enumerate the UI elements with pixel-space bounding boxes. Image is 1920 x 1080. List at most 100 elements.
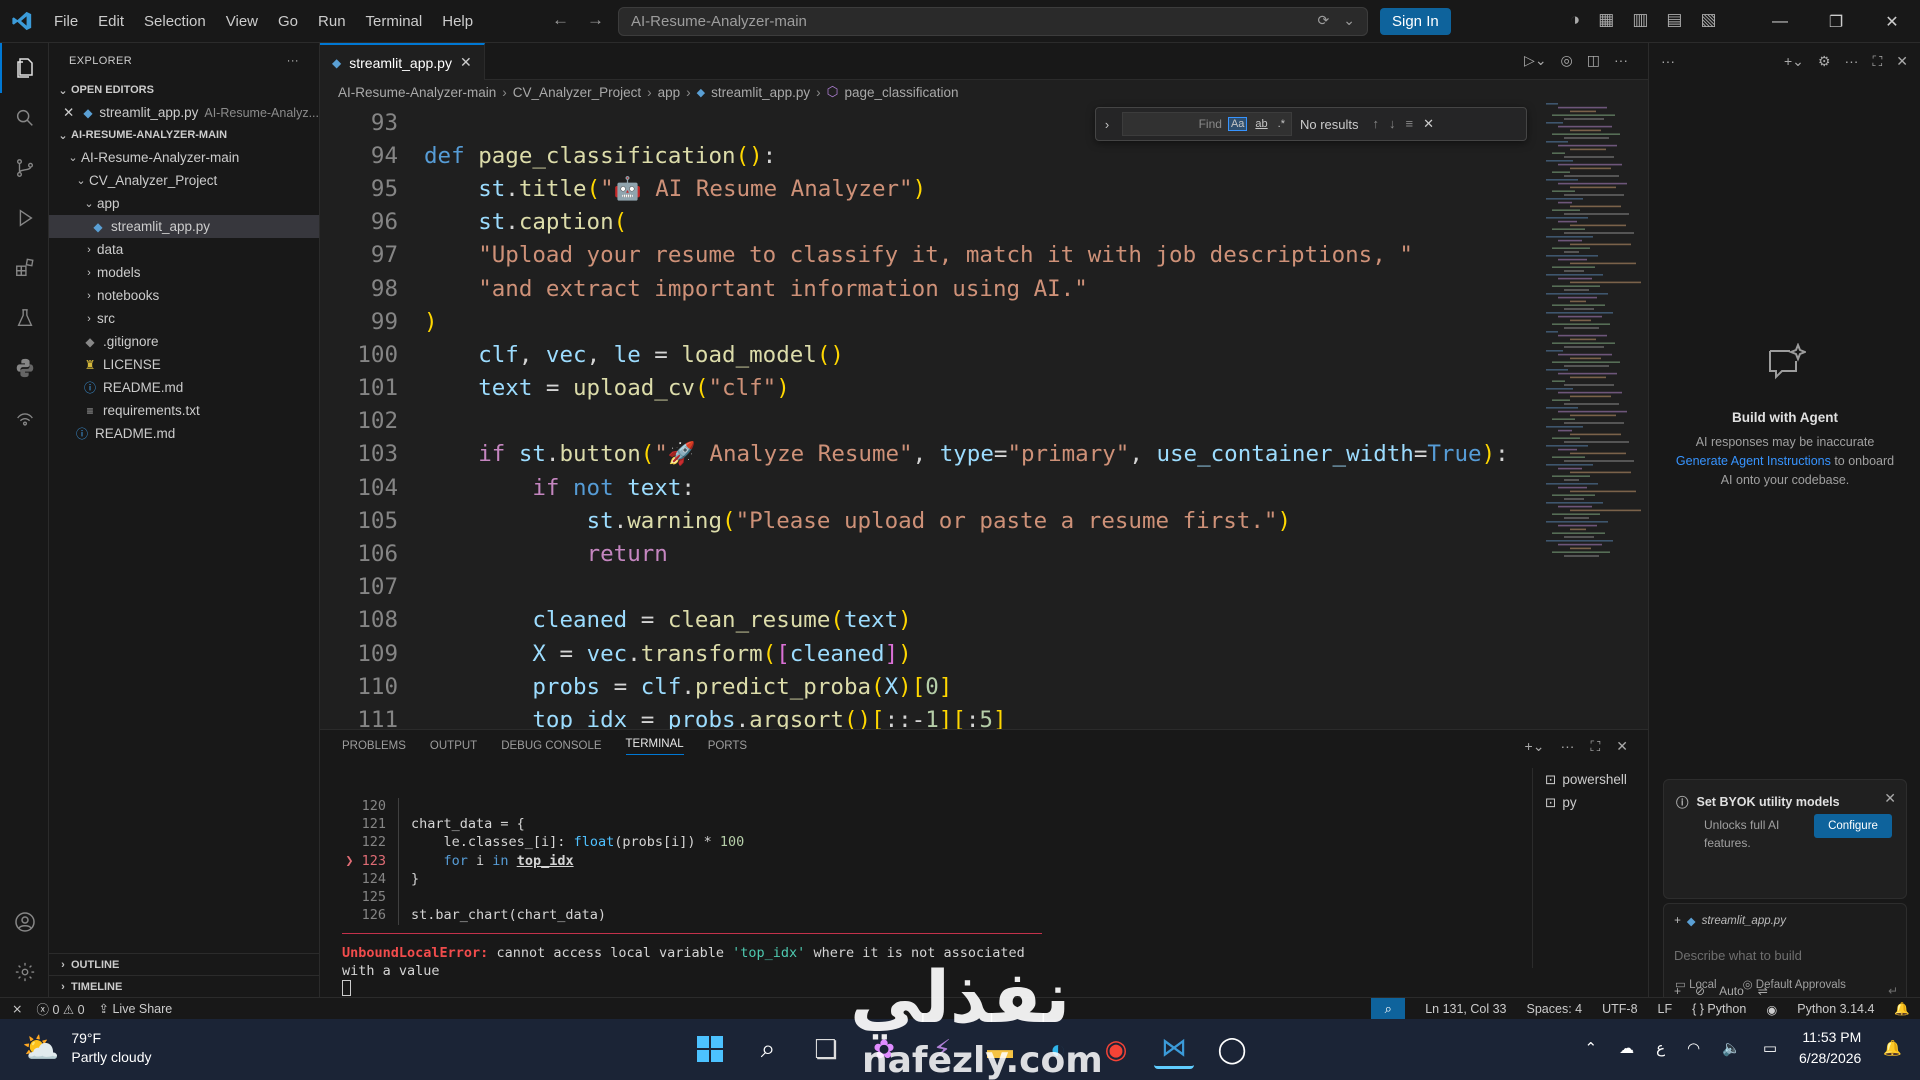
new-chat-icon[interactable]: +⌄: [1784, 53, 1804, 70]
volume-icon[interactable]: 🔈: [1722, 1039, 1741, 1057]
generate-instructions-link[interactable]: Generate Agent Instructions: [1676, 454, 1831, 468]
vscode-taskbar-icon[interactable]: ⋈: [1154, 1029, 1194, 1069]
zoom-search-icon[interactable]: ⌕: [1371, 998, 1406, 1020]
breadcrumb-item[interactable]: app: [658, 85, 681, 100]
wifi-icon[interactable]: ◠: [1687, 1039, 1700, 1057]
battery-icon[interactable]: ▭: [1763, 1039, 1777, 1057]
tree-folder[interactable]: › notebooks: [49, 284, 319, 307]
new-terminal-icon[interactable]: +⌄: [1525, 738, 1545, 755]
copilot-status-icon[interactable]: ◉: [1766, 1002, 1777, 1017]
close-icon[interactable]: ✕: [1896, 53, 1908, 70]
menu-view[interactable]: View: [216, 0, 268, 43]
copilot-icon[interactable]: ⟳: [1318, 12, 1330, 29]
menu-run[interactable]: Run: [308, 0, 356, 43]
python-icon[interactable]: [0, 343, 49, 393]
tree-file[interactable]: ⓘ README.md: [49, 376, 319, 399]
panel-tab-terminal[interactable]: TERMINAL: [625, 738, 684, 755]
configure-button[interactable]: Configure: [1814, 814, 1892, 838]
context-chip[interactable]: + ◆ streamlit_app.py: [1674, 914, 1786, 928]
menu-terminal[interactable]: Terminal: [356, 0, 433, 43]
more-actions-icon[interactable]: ···: [1560, 738, 1574, 755]
breadcrumb-item[interactable]: streamlit_app.py: [711, 85, 810, 100]
input-language[interactable]: ع: [1656, 1039, 1665, 1057]
problems-indicator[interactable]: ⓧ 0 ⚠ 0: [36, 999, 84, 1018]
minimap[interactable]: [1542, 103, 1652, 563]
whole-word-toggle[interactable]: ab: [1253, 118, 1269, 130]
remote-explorer-icon[interactable]: [0, 393, 49, 443]
more-actions-icon[interactable]: ···: [1844, 53, 1858, 70]
chat-input-box[interactable]: + ◆ streamlit_app.py Describe what to bu…: [1663, 903, 1907, 1007]
outline-section[interactable]: › OUTLINE: [49, 953, 320, 975]
chevron-right-icon[interactable]: ›: [1096, 117, 1118, 132]
tree-file[interactable]: ♜ LICENSE: [49, 353, 319, 376]
back-arrow-icon[interactable]: ←: [552, 10, 569, 30]
command-center[interactable]: AI-Resume-Analyzer-main ⟳ ⌄: [618, 7, 1368, 36]
run-debug-icon[interactable]: [0, 193, 49, 243]
send-icon[interactable]: ↵: [1888, 984, 1898, 998]
close-icon[interactable]: ✕: [1884, 790, 1896, 807]
weather-widget[interactable]: ⛅ 79°F Partly cloudy: [22, 1029, 152, 1067]
chat-input-placeholder[interactable]: Describe what to build: [1674, 948, 1802, 963]
terminal-instance[interactable]: ⊡ py: [1545, 791, 1648, 814]
python-interpreter[interactable]: Python 3.14.4: [1797, 1002, 1874, 1016]
source-control-icon[interactable]: [0, 143, 49, 193]
search-icon[interactable]: ⌕: [748, 1029, 788, 1069]
close-find-icon[interactable]: ✕: [1423, 116, 1434, 132]
language-mode[interactable]: { } Python: [1692, 1002, 1746, 1016]
clock[interactable]: 11:53 PM 6/28/2026: [1799, 1027, 1861, 1069]
account-icon[interactable]: [0, 897, 49, 947]
find-in-selection-icon[interactable]: ≡: [1406, 116, 1414, 132]
close-icon[interactable]: ✕: [63, 105, 81, 121]
local-toggle[interactable]: ▭ Local: [1675, 977, 1717, 991]
run-file-icon[interactable]: ▷⌄: [1524, 52, 1547, 69]
search-icon[interactable]: [0, 93, 49, 143]
panel-tab-debug-console[interactable]: DEBUG CONSOLE: [501, 740, 601, 752]
chevron-down-icon[interactable]: ⌄: [1343, 12, 1355, 29]
close-window-icon[interactable]: ✕: [1864, 0, 1920, 43]
layout-customize-icon[interactable]: ▦: [1598, 10, 1614, 30]
terminal-output[interactable]: 120 121 chart_data = {122 le.classes_[i]: …: [342, 798, 744, 926]
menu-file[interactable]: File: [44, 0, 88, 43]
tree-folder[interactable]: › data: [49, 238, 319, 261]
breadcrumb-item[interactable]: CV_Analyzer_Project: [513, 85, 641, 100]
next-match-icon[interactable]: ↓: [1389, 116, 1396, 132]
close-tab-icon[interactable]: ✕: [460, 54, 472, 71]
toggle-secondary-sidebar-icon[interactable]: ▧: [1700, 10, 1716, 30]
menu-edit[interactable]: Edit: [88, 0, 134, 43]
notification-center-icon[interactable]: 🔔: [1883, 1039, 1902, 1057]
windows-start-icon[interactable]: [690, 1029, 730, 1069]
maximize-panel-icon[interactable]: ⛶: [1590, 738, 1600, 755]
notifications-bell-icon[interactable]: 🔔: [1894, 1002, 1910, 1017]
menu-go[interactable]: Go: [268, 0, 308, 43]
menu-help[interactable]: Help: [432, 0, 483, 43]
more-actions-icon[interactable]: ···: [1614, 52, 1628, 69]
tree-file[interactable]: ≡ requirements.txt: [49, 399, 319, 422]
panel-tab-problems[interactable]: PROBLEMS: [342, 740, 406, 752]
maximize-icon[interactable]: ⛶: [1872, 53, 1882, 70]
tree-folder[interactable]: ⌄ AI-Resume-Analyzer-main: [49, 146, 319, 169]
close-panel-icon[interactable]: ✕: [1616, 738, 1628, 755]
menu-selection[interactable]: Selection: [134, 0, 216, 43]
tree-folder[interactable]: ⌄ app: [49, 192, 319, 215]
add-context-icon[interactable]: +: [1674, 915, 1681, 927]
breadcrumb-item[interactable]: AI-Resume-Analyzer-main: [338, 85, 496, 100]
tree-file[interactable]: ⓘ README.md: [49, 422, 319, 445]
project-section[interactable]: ⌄ AI-RESUME-ANALYZER-MAIN: [49, 124, 319, 146]
tree-file[interactable]: ◆ .gitignore: [49, 330, 319, 353]
onedrive-icon[interactable]: ☁: [1619, 1039, 1634, 1057]
explorer-icon[interactable]: [0, 43, 49, 93]
chevron-up-icon[interactable]: ⌃: [1585, 1039, 1598, 1057]
tab-streamlit-app[interactable]: ◆ streamlit_app.py ✕: [320, 43, 485, 80]
indentation[interactable]: Spaces: 4: [1527, 1002, 1583, 1016]
open-editor-item[interactable]: ✕ ◆ streamlit_app.py AI-Resume-Analyz...: [49, 101, 319, 124]
minimize-icon[interactable]: —: [1752, 0, 1808, 43]
settings-gear-icon[interactable]: ⚙: [1818, 53, 1831, 70]
approvals-toggle[interactable]: ◎ Default Approvals: [1743, 977, 1846, 991]
more-actions-icon[interactable]: ···: [287, 55, 299, 67]
encoding[interactable]: UTF-8: [1602, 1002, 1637, 1016]
forward-arrow-icon[interactable]: →: [587, 10, 604, 30]
remote-indicator-icon[interactable]: ⨯: [12, 1001, 22, 1016]
open-editors-section[interactable]: ⌄ OPEN EDITORS: [49, 79, 319, 101]
live-share-button[interactable]: ⇪ Live Share: [99, 1001, 173, 1016]
accounts-icon[interactable]: ◑: [1570, 10, 1580, 30]
